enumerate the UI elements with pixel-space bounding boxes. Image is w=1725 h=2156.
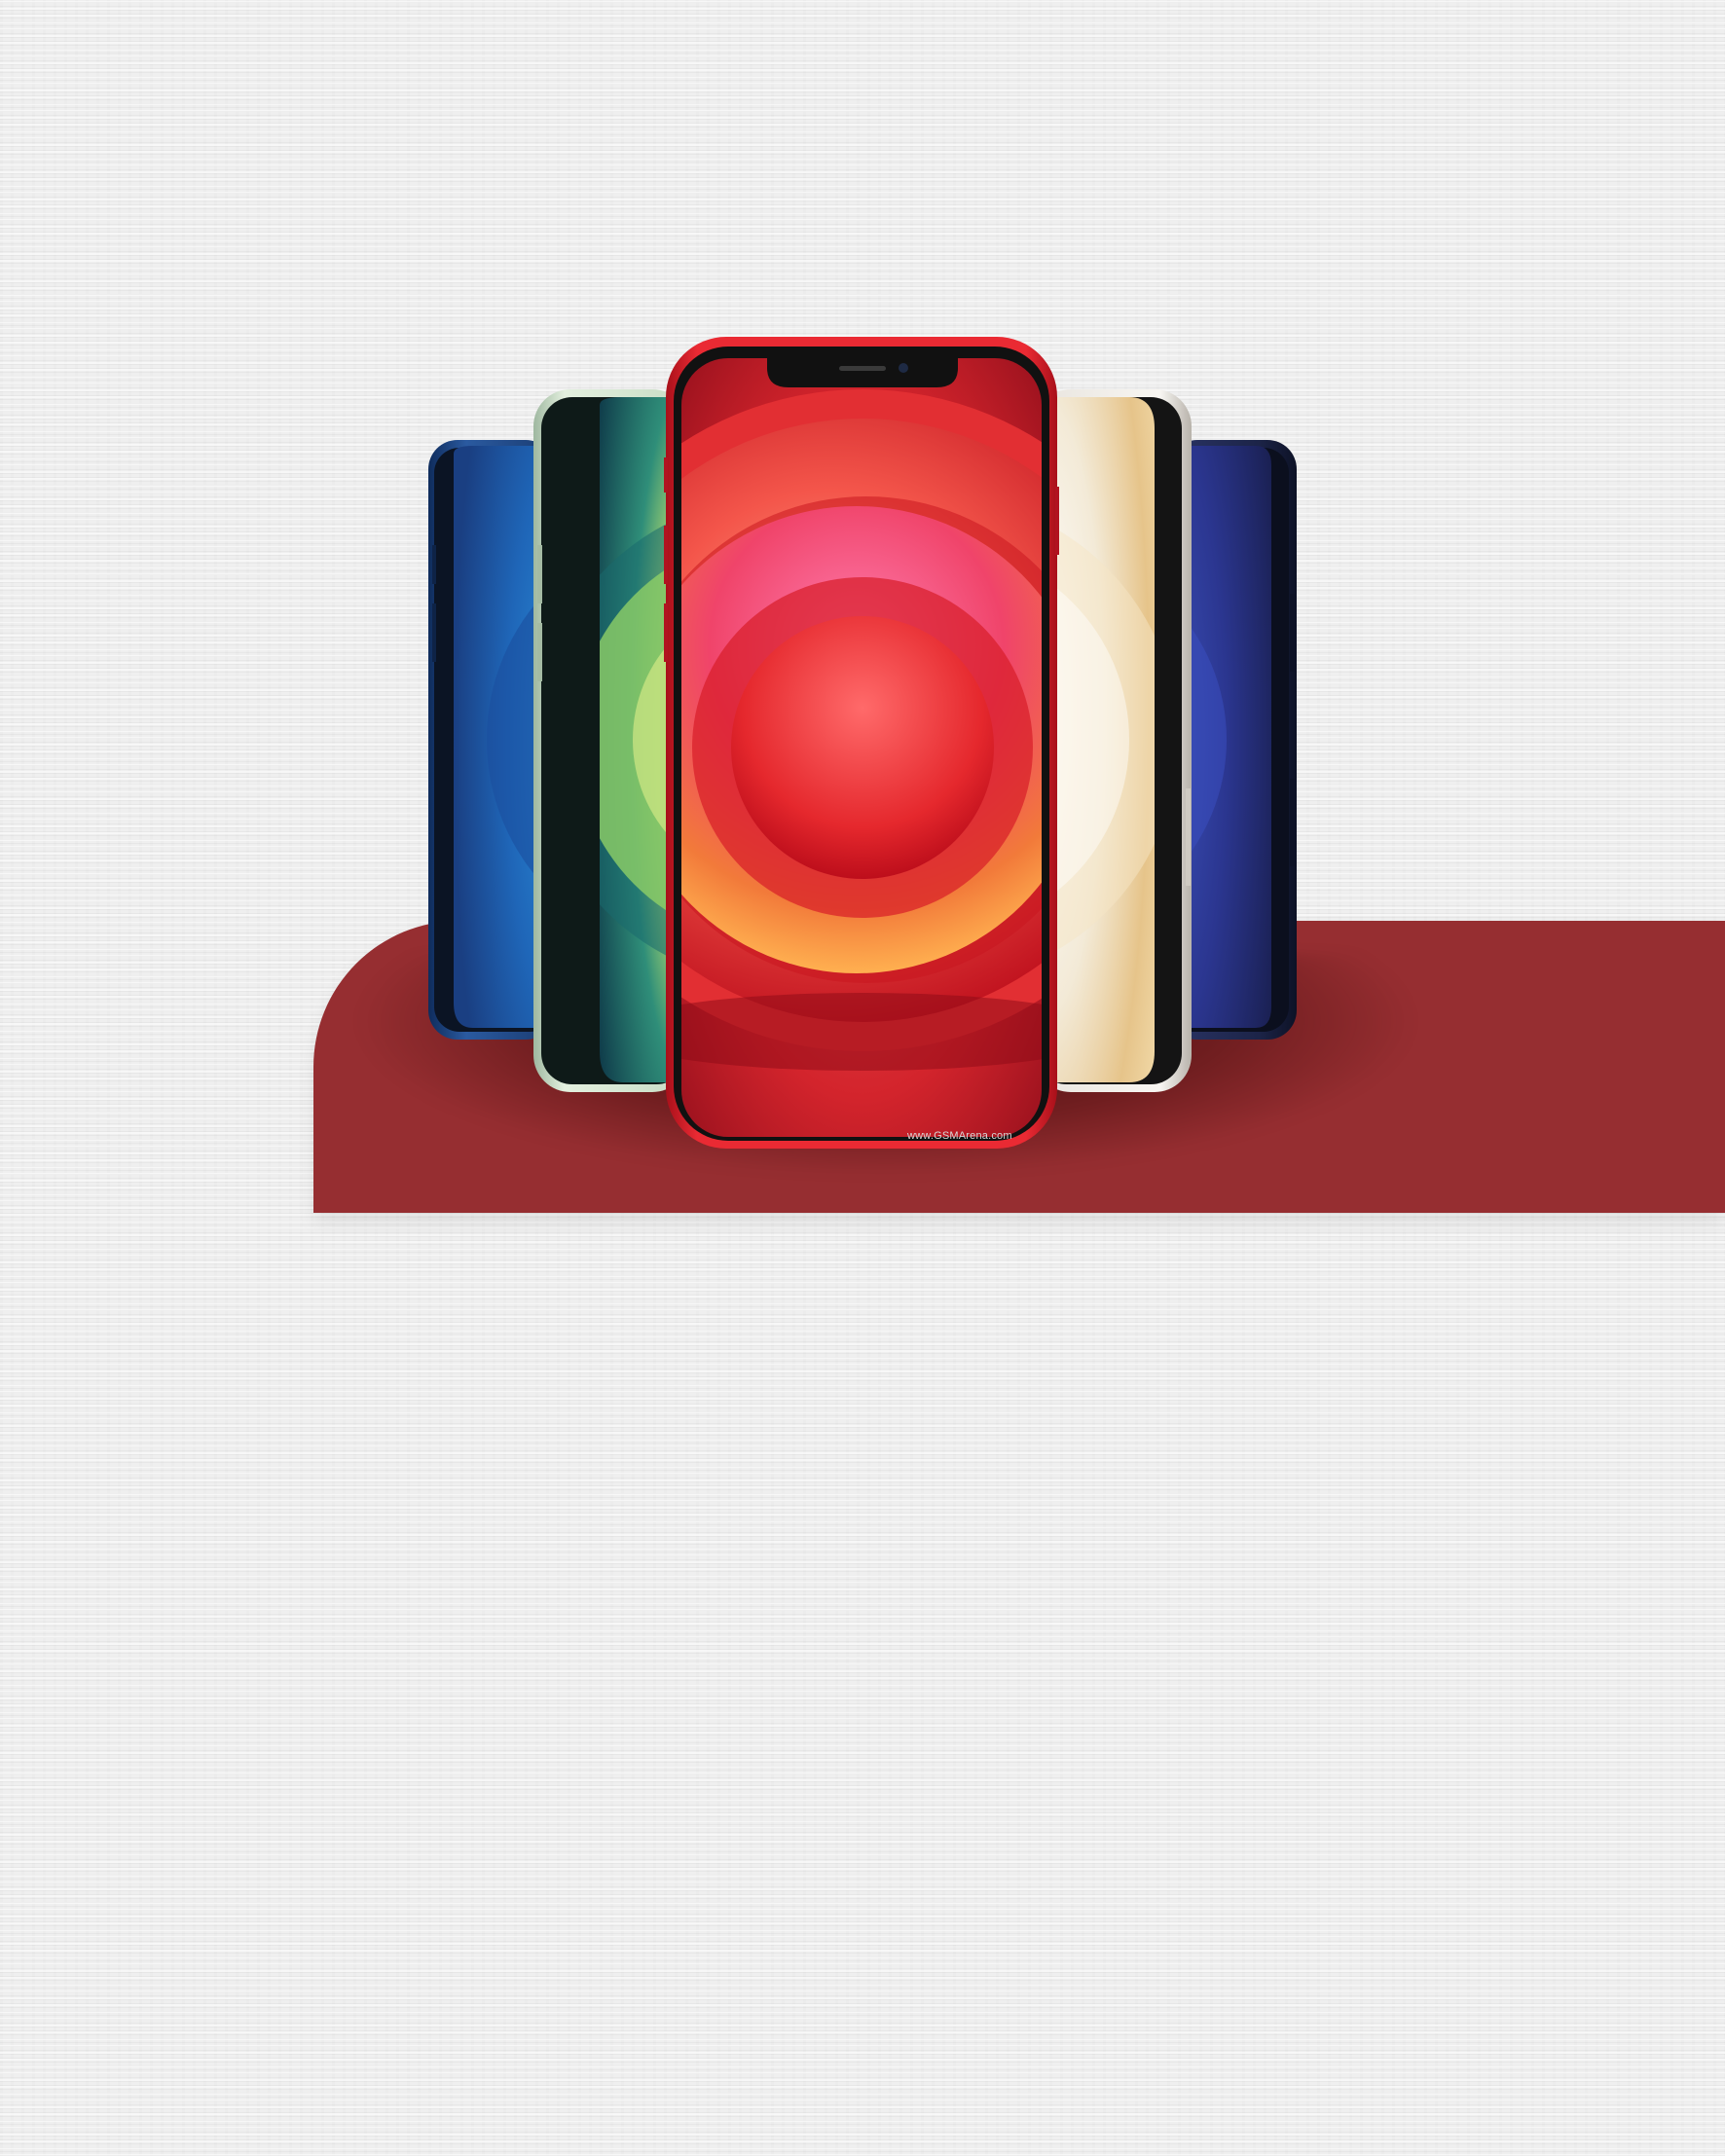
phone-lineup-image — [428, 337, 1297, 1149]
watermark-text: www.GSMArena.com — [907, 1130, 1012, 1142]
